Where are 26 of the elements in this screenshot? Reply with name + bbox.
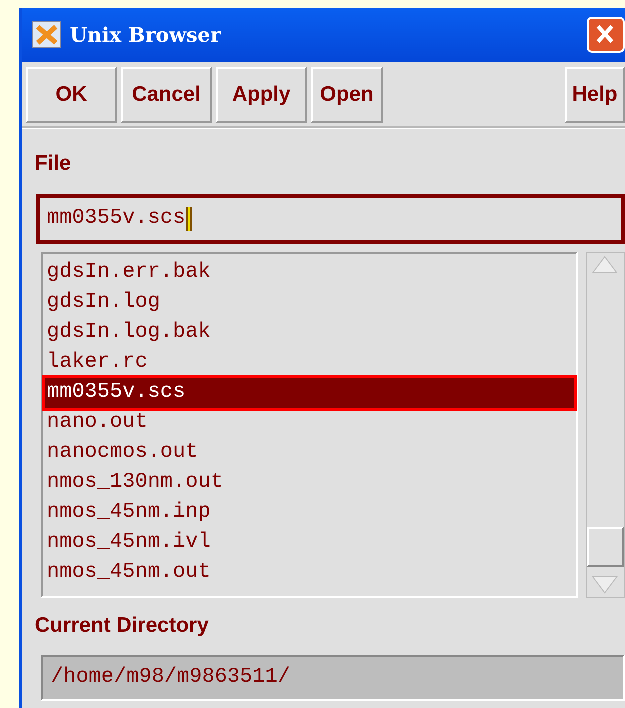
file-list-item[interactable]: nmos_45nm.ivl: [43, 528, 576, 558]
file-list-item[interactable]: laker.rc: [43, 348, 576, 378]
window-title: Unix Browser: [70, 22, 221, 49]
file-list-item[interactable]: nano.out: [43, 408, 576, 438]
file-label: File: [35, 151, 72, 177]
file-list-item[interactable]: gdsIn.err.bak: [43, 258, 576, 288]
file-input-field[interactable]: mm0355v.scs: [36, 194, 625, 244]
file-list-item[interactable]: gdsIn.log: [43, 288, 576, 318]
file-list-item[interactable]: nmos_45nm.inp: [43, 498, 576, 528]
toolbar-button[interactable]: OK: [26, 67, 117, 123]
toolbar-button[interactable]: Apply: [216, 67, 307, 123]
file-list-item[interactable]: mm0355v.scs: [45, 378, 574, 408]
help-button[interactable]: Help: [565, 67, 625, 123]
file-list-item[interactable]: nmos_130nm.out: [43, 468, 576, 498]
file-list-item[interactable]: gdsIn.log.bak: [43, 318, 576, 348]
scroll-thumb[interactable]: [587, 526, 624, 566]
directory-field: /home/m98/m9863511/: [41, 655, 625, 701]
app-icon: [32, 21, 62, 49]
directory-label: Current Directory: [35, 612, 210, 638]
file-list-item[interactable]: nanocmos.out: [43, 438, 576, 468]
scrollbar[interactable]: [586, 252, 625, 598]
toolbar-button[interactable]: Open: [311, 67, 383, 123]
toolbar-button[interactable]: Cancel: [121, 67, 212, 123]
close-icon[interactable]: [587, 17, 625, 53]
text-cursor-icon: [186, 206, 192, 230]
file-list-item[interactable]: nmos_45nm.out: [43, 558, 576, 588]
